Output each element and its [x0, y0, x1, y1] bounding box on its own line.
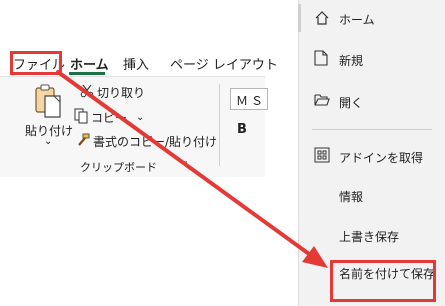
backstage-home-item[interactable]: ホーム — [299, 4, 445, 32]
paste-dropdown-icon[interactable]: ⌄ — [44, 136, 52, 147]
copy-button[interactable]: コピー ⌄ — [74, 108, 144, 127]
backstage-open-item[interactable]: 開く — [299, 89, 445, 113]
scissors-icon — [80, 84, 94, 101]
format-painter-button[interactable]: 書式のコピー/貼り付け — [76, 133, 217, 150]
group-divider — [219, 84, 220, 166]
backstage-save-label: 上書き保存 — [339, 230, 400, 244]
tab-page-layout[interactable]: ページ レイアウト — [170, 54, 278, 73]
dialog-launcher-icon[interactable]: ◹ — [180, 160, 187, 170]
backstage-selected-indicator — [298, 4, 301, 32]
tab-insert[interactable]: 挿入 — [123, 54, 149, 73]
backstage-addins-label: アドインを取得 — [339, 151, 424, 165]
copy-icon — [74, 108, 88, 127]
active-tab-indicator — [69, 72, 105, 75]
copy-label: コピー — [91, 111, 128, 125]
paste-icon[interactable] — [33, 84, 63, 118]
cut-label: 切り取り — [97, 86, 146, 100]
backstage-open-label: 開く — [339, 96, 364, 110]
brush-icon — [76, 133, 90, 150]
bold-button[interactable]: B — [237, 122, 247, 137]
home-icon — [314, 10, 330, 29]
font-name-input[interactable]: ＭＳ — [230, 88, 268, 110]
addins-grid-icon — [314, 147, 330, 166]
clipboard-group-label: クリップボード — [80, 161, 157, 174]
cut-button[interactable]: 切り取り — [80, 84, 145, 101]
new-document-icon — [314, 50, 328, 69]
folder-open-icon — [314, 93, 330, 110]
backstage-save-item[interactable]: 上書き保存 — [299, 226, 445, 246]
file-tab-highlight-box — [10, 51, 62, 75]
backstage-new-item[interactable]: 新規 — [299, 46, 445, 70]
tab-home[interactable]: ホーム — [70, 54, 109, 73]
backstage-new-label: 新規 — [339, 54, 364, 68]
saveas-highlight-box — [330, 260, 436, 302]
backstage-addins-item[interactable]: アドインを取得 — [299, 144, 445, 168]
format-painter-label: 書式のコピー/貼り付け — [93, 135, 218, 149]
backstage-divider — [312, 129, 432, 130]
backstage-info-item[interactable]: 情報 — [299, 186, 445, 206]
backstage-info-label: 情報 — [339, 190, 364, 204]
chevron-down-icon[interactable]: ⌄ — [136, 112, 144, 123]
backstage-home-label: ホーム — [339, 13, 375, 27]
